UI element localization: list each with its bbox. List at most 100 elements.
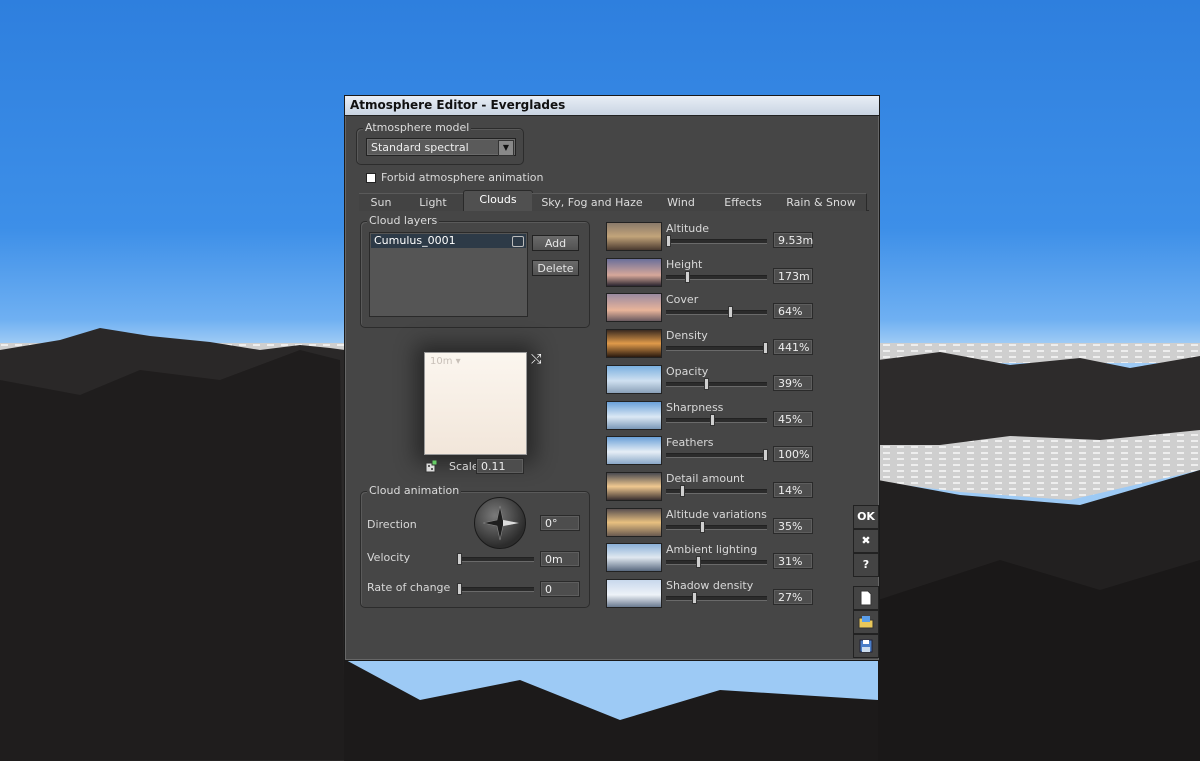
param-preview-image [606, 222, 662, 251]
param-label: Detail amount [666, 471, 745, 485]
rate-of-change-field[interactable]: 0 [540, 581, 580, 597]
delete-layer-button[interactable]: Delete [532, 260, 579, 276]
compass-dial-icon[interactable] [474, 497, 526, 549]
forbid-animation-checkbox[interactable]: Forbid atmosphere animation [366, 171, 544, 184]
param-value-field[interactable]: 441% [773, 339, 813, 356]
param-label: Sharpness [666, 400, 724, 414]
param-slider-thumb[interactable] [710, 413, 715, 426]
atmosphere-model-select[interactable]: Standard spectral ▼ [366, 138, 516, 156]
param-slider[interactable] [666, 306, 767, 319]
help-button[interactable]: ? [853, 553, 879, 577]
add-layer-button[interactable]: Add [532, 235, 579, 251]
checkbox-box[interactable] [366, 172, 376, 183]
param-slider[interactable] [666, 484, 767, 497]
tab-sky-fog-haze[interactable]: Sky, Fog and Haze [532, 193, 653, 211]
tab-light[interactable]: Light [403, 193, 464, 211]
param-label: Feathers [666, 436, 714, 450]
param-value-field[interactable]: 45% [773, 410, 813, 427]
scale-spinner[interactable]: 0.11 [476, 458, 524, 474]
velocity-label: Velocity [367, 551, 411, 564]
param-value-field[interactable]: 35% [773, 517, 813, 534]
param-value-field[interactable]: 27% [773, 589, 813, 605]
dice-icon[interactable] [425, 460, 438, 473]
param-slider-thumb[interactable] [692, 592, 697, 604]
rate-of-change-slider-thumb[interactable] [457, 583, 462, 595]
param-slider[interactable] [666, 449, 768, 462]
param-preview-image [606, 329, 662, 359]
param-slider-thumb[interactable] [666, 235, 671, 247]
param-slider-thumb[interactable] [763, 342, 768, 355]
param-value: 31% [778, 555, 803, 569]
param-label: Altitude [666, 222, 709, 235]
velocity-slider[interactable] [457, 553, 534, 565]
param-slider[interactable] [666, 556, 767, 569]
param-label: Height [666, 257, 703, 271]
param-value-field[interactable]: 173m [773, 267, 813, 284]
param-slider[interactable] [666, 377, 767, 390]
tab-clouds[interactable]: Clouds [463, 190, 533, 211]
atmosphere-model-label: Atmosphere model [363, 121, 472, 134]
velocity-value: 0m [545, 553, 563, 566]
tab-rain-snow[interactable]: Rain & Snow [776, 193, 867, 211]
tab-wind[interactable]: Wind [652, 193, 711, 211]
param-value: 100% [778, 448, 810, 462]
param-slider[interactable] [666, 413, 767, 426]
window-title[interactable]: Atmosphere Editor - Everglades [345, 96, 879, 116]
param-slider[interactable] [666, 235, 767, 247]
cancel-button[interactable]: ✖ [853, 529, 879, 553]
random-icon[interactable]: ⤭ [531, 352, 541, 367]
param-value-field[interactable]: 64% [773, 303, 813, 320]
param-slider-thumb[interactable] [728, 306, 733, 319]
param-slider[interactable] [666, 270, 767, 283]
param-preview-image [606, 471, 662, 501]
chevron-down-icon[interactable]: ▼ [498, 140, 514, 156]
param-preview-image [606, 543, 662, 573]
param-value-field[interactable]: 31% [773, 553, 813, 570]
param-slider-thumb[interactable] [685, 270, 690, 283]
param-slider[interactable] [666, 592, 767, 604]
param-value-field[interactable]: 39% [773, 374, 813, 391]
save-button[interactable] [853, 634, 879, 658]
rate-of-change-value: 0 [545, 583, 552, 596]
param-value: 35% [778, 519, 803, 533]
velocity-field[interactable]: 0m [540, 551, 580, 567]
tab-effects[interactable]: Effects [710, 193, 777, 211]
open-button[interactable] [853, 610, 879, 634]
param-slider-thumb[interactable] [763, 449, 768, 462]
param-label: Opacity [666, 364, 709, 378]
param-value-field[interactable]: 100% [773, 446, 813, 463]
layer-name: Cumulus_0001 [374, 234, 456, 247]
list-item[interactable]: Cumulus_0001 [371, 234, 526, 248]
cloud-preview[interactable]: 10m ▾ [424, 352, 527, 455]
param-value: 64% [778, 305, 803, 319]
layer-visibility-icon[interactable] [512, 236, 524, 247]
param-slider-thumb[interactable] [704, 377, 709, 390]
direction-value: 0° [545, 517, 558, 530]
param-slider[interactable] [666, 342, 768, 355]
param-slider-thumb[interactable] [700, 520, 705, 533]
param-value: 27% [778, 591, 803, 604]
ok-button[interactable]: OK [853, 505, 879, 529]
preview-size-label[interactable]: 10m ▾ [430, 356, 461, 367]
param-slider[interactable] [666, 520, 767, 533]
tab-bar: Sun Light Clouds Sky, Fog and Haze Wind … [359, 190, 869, 211]
tab-sun[interactable]: Sun [359, 193, 404, 211]
param-preview-image [606, 293, 662, 323]
new-file-button[interactable] [853, 586, 879, 610]
param-label: Altitude variations [666, 507, 767, 521]
cloud-layer-list[interactable]: Cumulus_0001 [369, 232, 528, 317]
new-file-icon [860, 590, 872, 606]
velocity-slider-thumb[interactable] [457, 553, 462, 565]
param-value-field[interactable]: 14% [773, 481, 813, 498]
scale-value: 0.11 [481, 460, 506, 473]
compass-needle-icon [482, 505, 519, 541]
rate-of-change-slider[interactable] [457, 583, 534, 595]
param-slider-thumb[interactable] [696, 556, 701, 569]
direction-field[interactable]: 0° [540, 515, 580, 531]
param-slider-thumb[interactable] [680, 484, 685, 497]
cloud-layers-label: Cloud layers [367, 214, 440, 227]
save-icon [859, 639, 873, 653]
param-preview-image [606, 507, 662, 537]
param-value: 14% [778, 483, 803, 497]
param-value-field[interactable]: 9.53m [773, 232, 813, 248]
